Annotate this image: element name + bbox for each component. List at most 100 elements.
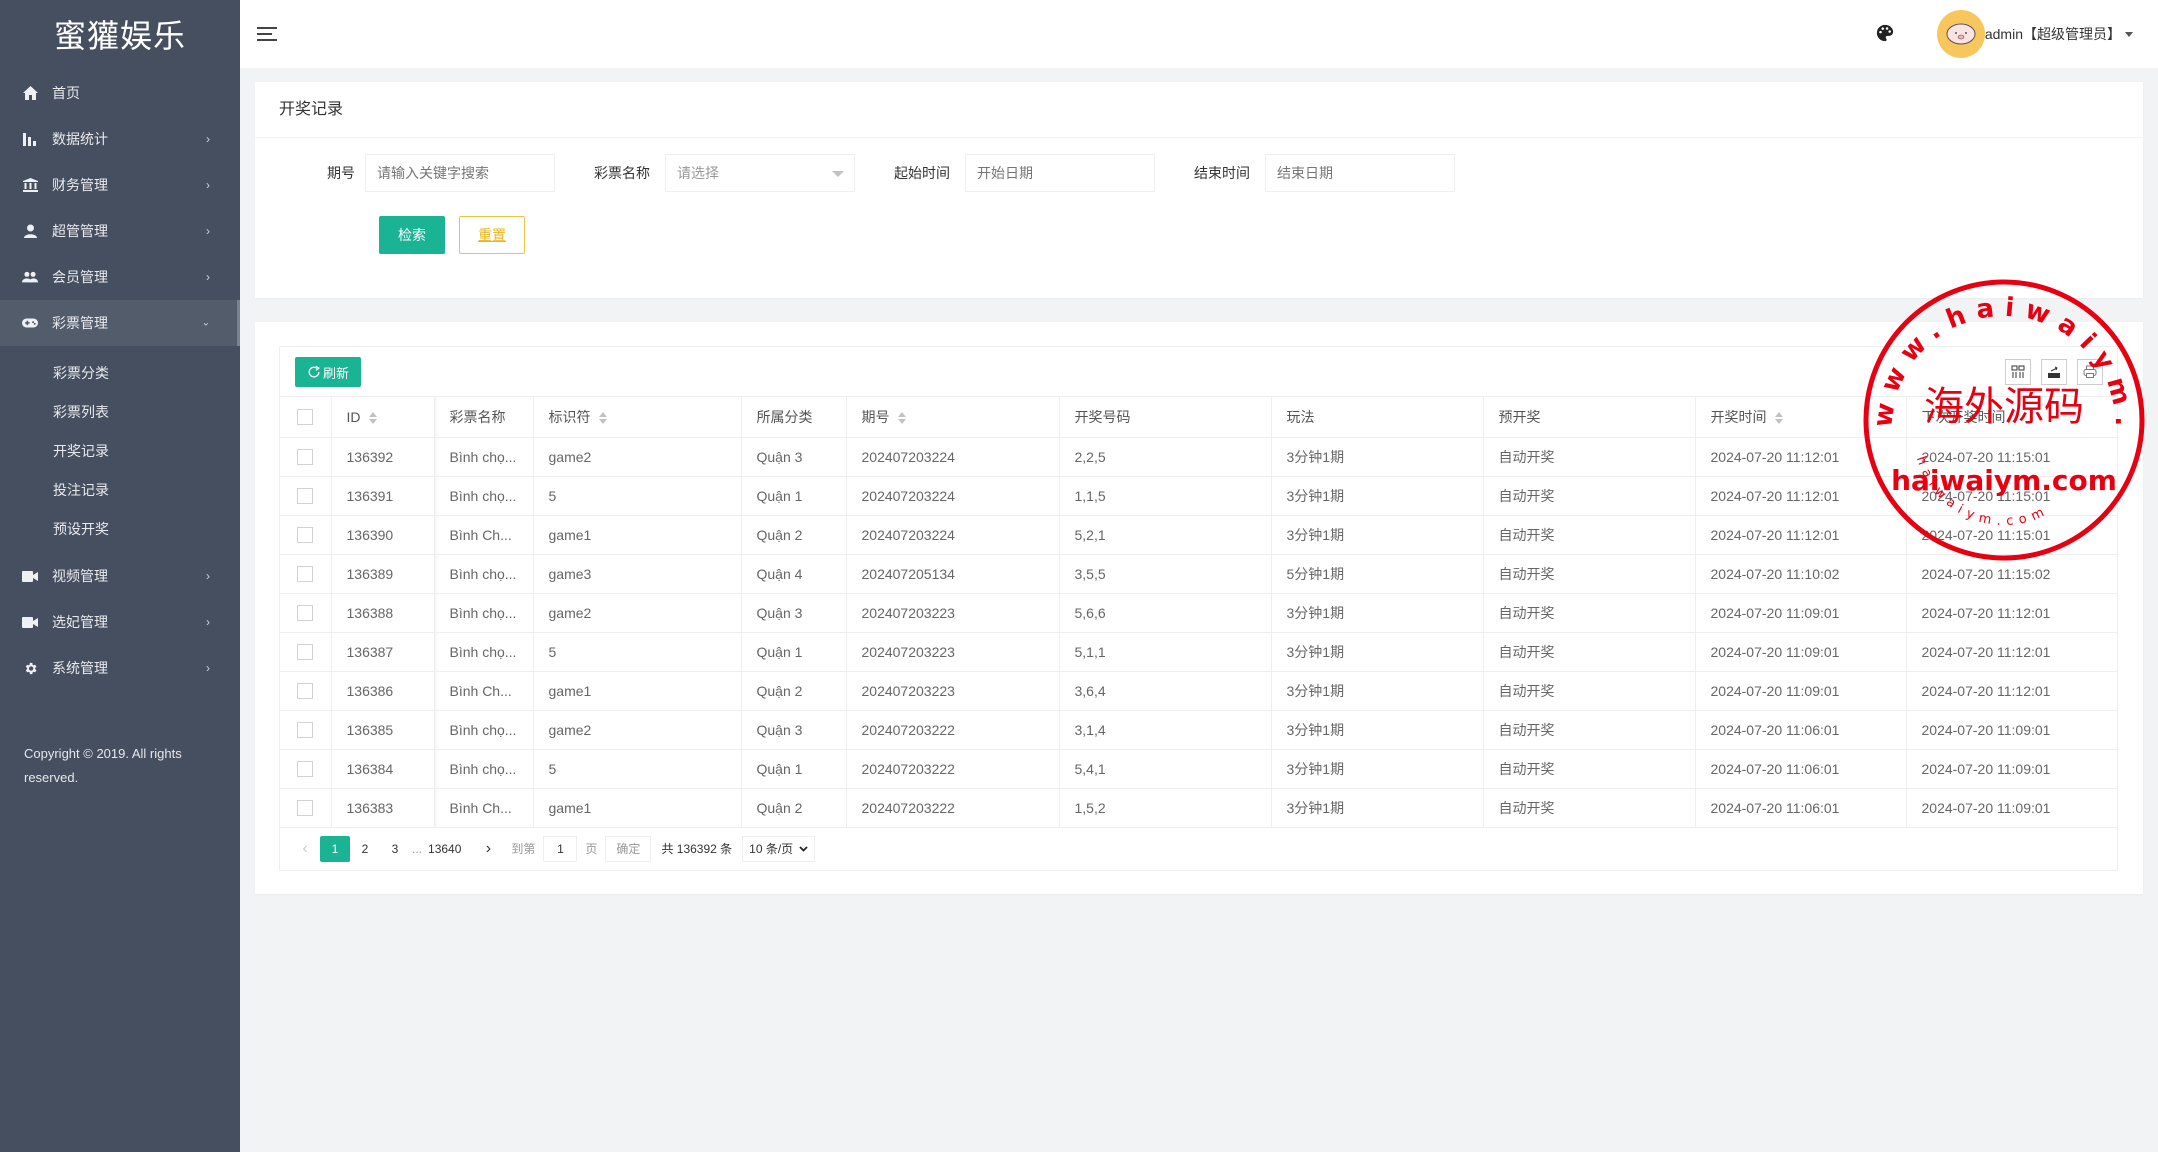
sidebar-item-label: 财务管理 [52,177,108,193]
sidebar-item-super-admin[interactable]: 超管管理 › [0,208,240,254]
table-row[interactable]: 136384 Bình chọ... 5 Quận 1 202407203222 5,4,… [280,749,2117,789]
menu-toggle-icon[interactable] [257,24,279,42]
table-row[interactable]: 136390 Bình Ch... game1 Quận 2 202407203224 5… [280,515,2117,555]
column-header-identifier[interactable]: 标识符 [533,397,742,438]
row-checkbox[interactable] [297,683,313,700]
submenu-lottery-list[interactable]: 彩票列表 [0,392,240,431]
table-row[interactable]: 136391 Bình chọ... 5 Quận 1 202407203224 1,1,… [280,476,2117,516]
sort-icon[interactable] [1774,412,1783,425]
export-icon[interactable] [2041,359,2067,385]
row-checkbox[interactable] [297,605,313,622]
sidebar-item-system[interactable]: 系统管理 › [0,645,240,691]
sidebar-item-statistics[interactable]: 数据统计 › [0,116,240,162]
pagination: ‹ 1 2 3 ... 13640 › 到第 页 确定 共 136392 条 1… [280,828,2117,870]
chevron-right-icon: › [206,178,210,192]
issue-search-input[interactable] [365,154,555,192]
row-checkbox-cell [280,437,332,477]
row-checkbox[interactable] [297,644,313,661]
cell-issue: 202407203224 [846,476,1060,516]
cell-pre-draw: 自动开奖 [1483,437,1696,477]
select-all-checkbox[interactable] [297,409,313,426]
cell-draw-time: 2024-07-20 11:12:01 [1695,476,1907,516]
row-checkbox[interactable] [297,449,313,466]
next-page-button[interactable]: › [473,836,503,862]
start-date-input[interactable] [965,154,1155,192]
avatar[interactable] [1937,10,1985,58]
row-checkbox[interactable] [297,566,313,583]
sidebar-item-concubine[interactable]: 选妃管理 › [0,599,240,645]
chevron-right-icon: › [206,270,210,284]
page-button[interactable]: 3 [380,836,410,862]
cell-id: 136391 [331,476,435,516]
cell-draw-number: 5,1,1 [1059,632,1272,672]
cell-category: Quận 1 [741,476,847,516]
row-checkbox[interactable] [297,761,313,778]
end-date-input[interactable] [1265,154,1455,192]
lottery-select-placeholder: 请选择 [677,165,719,181]
table-row[interactable]: 136388 Bình chọ... game2 Quận 3 202407203223… [280,593,2117,633]
cell-play-type: 3分钟1期 [1271,749,1484,789]
cell-category: Quận 1 [741,632,847,672]
cell-next-draw-time: 2024-07-20 11:15:01 [1906,476,2117,516]
prev-page-button[interactable]: ‹ [290,836,320,862]
cell-play-type: 3分钟1期 [1271,476,1484,516]
page-button-last[interactable]: 13640 [424,836,465,862]
goto-confirm-button[interactable]: 确定 [605,835,652,862]
submenu-lottery-category[interactable]: 彩票分类 [0,353,240,392]
submenu-preset-draw[interactable]: 预设开奖 [0,509,240,548]
column-header-issue[interactable]: 期号 [846,397,1060,438]
cell-lottery-name: Bình chọ... [434,710,534,750]
table-row[interactable]: 136385 Bình chọ... game2 Quận 3 202407203222… [280,710,2117,750]
sidebar-item-finance[interactable]: 财务管理 › [0,162,240,208]
lottery-name-select[interactable]: 请选择 [665,154,855,192]
sidebar-item-video[interactable]: 视频管理 › [0,553,240,599]
reset-button[interactable]: 重置 [459,216,525,254]
table-row[interactable]: 136387 Bình chọ... 5 Quận 1 202407203223 5,1,… [280,632,2117,672]
table-row[interactable]: 136392 Bình chọ... game2 Quận 3 202407203224… [280,437,2117,477]
cell-draw-number: 2,2,5 [1059,437,1272,477]
row-checkbox[interactable] [297,527,313,544]
page-button-current[interactable]: 1 [320,835,350,862]
cell-identifier: game2 [533,710,742,750]
columns-filter-icon[interactable] [2005,359,2031,385]
row-checkbox[interactable] [297,488,313,505]
search-button[interactable]: 检索 [379,216,445,254]
page-size-select[interactable]: 10 条/页 [742,835,816,862]
refresh-button[interactable]: 刷新 [295,357,361,387]
sidebar-item-lottery[interactable]: 彩票管理 ⌄ [0,300,240,346]
row-checkbox[interactable] [297,800,313,817]
caret-down-icon [832,171,844,177]
cell-lottery-name: Bình chọ... [434,749,534,789]
sidebar-item-members[interactable]: 会员管理 › [0,254,240,300]
cell-identifier: 5 [533,749,742,789]
submenu-bet-records[interactable]: 投注记录 [0,470,240,509]
sort-icon[interactable] [368,412,377,425]
logo: 蜜獾娱乐 [53,18,186,54]
sort-icon[interactable] [598,412,607,425]
user-menu[interactable]: admin【超级管理员】 [1985,24,2133,44]
page-button[interactable]: 2 [350,836,380,862]
row-checkbox[interactable] [297,722,313,739]
cell-identifier: game1 [533,515,742,555]
cell-next-draw-time: 2024-07-20 11:09:01 [1906,749,2117,789]
print-icon[interactable] [2077,359,2103,385]
cell-identifier: game3 [533,554,742,594]
palette-icon[interactable] [1876,24,1896,44]
table-row[interactable]: 136386 Bình Ch... game1 Quận 2 202407203223 3… [280,671,2117,711]
table-row[interactable]: 136383 Bình Ch... game1 Quận 2 202407203222 1… [280,788,2117,828]
cell-draw-time: 2024-07-20 11:06:01 [1695,749,1907,789]
cell-draw-time: 2024-07-20 11:09:01 [1695,632,1907,672]
sidebar-item-home[interactable]: 首页 [0,70,240,116]
cell-identifier: 5 [533,632,742,672]
search-form: 期号 彩票名称 请选择 起始时间 结束时间 [255,154,1455,192]
table-row[interactable]: 136389 Bình chọ... game3 Quận 4 202407205134… [280,554,2117,594]
cell-pre-draw: 自动开奖 [1483,476,1696,516]
submenu-draw-records[interactable]: 开奖记录 [0,431,240,470]
goto-page-input[interactable] [543,835,578,862]
cell-draw-number: 3,1,4 [1059,710,1272,750]
sort-icon[interactable] [897,412,906,425]
cell-play-type: 3分钟1期 [1271,515,1484,555]
top-header: admin【超级管理员】 [240,0,2158,68]
column-header-draw-time[interactable]: 开奖时间 [1695,397,1907,438]
column-header-id[interactable]: ID [331,397,435,438]
